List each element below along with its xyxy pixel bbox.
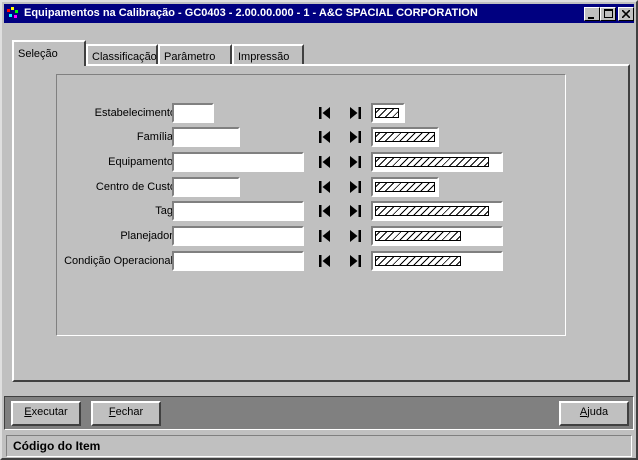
last-record-icon[interactable] [348, 254, 362, 268]
tab-classificacao[interactable]: Classificação [86, 44, 158, 64]
first-record-icon[interactable] [318, 106, 332, 120]
hatch-value [375, 108, 399, 118]
last-record-icon[interactable] [348, 155, 362, 169]
last-record-icon[interactable] [348, 130, 362, 144]
field-label-centro-de-custo: Centro de Custo [95, 181, 176, 193]
planejador-start-input[interactable] [172, 226, 304, 246]
ajuda-button[interactable]: Ajuda [559, 401, 629, 426]
last-record-icon[interactable] [348, 204, 362, 218]
hatch-value [375, 182, 435, 192]
tab-label: Impressão [238, 51, 290, 63]
field-label-condicao-operacional: Condição Operacional: [64, 255, 176, 267]
first-record-icon[interactable] [318, 229, 332, 243]
field-label-planejador: Planejador: [120, 230, 176, 242]
field-label-familia: Família: [136, 131, 176, 143]
first-record-icon[interactable] [318, 155, 332, 169]
executar-button[interactable]: Executar [11, 401, 81, 426]
close-icon [621, 9, 631, 19]
hatch-value [375, 206, 489, 216]
tab-panel: Estabelecimento Família: Equipamento: Ce… [12, 64, 630, 382]
hatch-value [375, 132, 435, 142]
estabelecimento-start-input[interactable] [172, 103, 214, 123]
tab-parametro[interactable]: Parâmetro [158, 44, 232, 64]
tab-impressao[interactable]: Impressão [232, 44, 304, 64]
last-record-icon[interactable] [348, 180, 362, 194]
maximize-button[interactable] [600, 7, 616, 21]
status-text: Código do Item [13, 439, 101, 453]
tab-label: Seleção [18, 48, 58, 60]
first-record-icon[interactable] [318, 254, 332, 268]
planejador-end-input[interactable] [371, 226, 503, 246]
centro-de-custo-end-input[interactable] [371, 177, 439, 197]
last-record-icon[interactable] [348, 106, 362, 120]
hatch-value [375, 256, 461, 266]
familia-end-input[interactable] [371, 127, 439, 147]
estabelecimento-end-input[interactable] [371, 103, 405, 123]
tab-label: Classificação [92, 51, 157, 63]
minimize-icon [588, 17, 594, 19]
minimize-button[interactable] [584, 7, 600, 21]
equipamento-end-input[interactable] [371, 152, 503, 172]
condicao-operacional-start-input[interactable] [172, 251, 304, 271]
hatch-value [375, 231, 461, 241]
last-record-icon[interactable] [348, 229, 362, 243]
condicao-operacional-end-input[interactable] [371, 251, 503, 271]
app-icon [7, 7, 18, 18]
close-button[interactable] [618, 7, 634, 21]
tab-label: Parâmetro [164, 51, 216, 63]
maximize-icon [603, 9, 613, 18]
tag-start-input[interactable] [172, 201, 304, 221]
familia-start-input[interactable] [172, 127, 240, 147]
title-bar[interactable]: Equipamentos na Calibração - GC0403 - 2.… [4, 4, 634, 23]
equipamento-start-input[interactable] [172, 152, 304, 172]
selection-group: Estabelecimento Família: Equipamento: Ce… [56, 74, 566, 336]
first-record-icon[interactable] [318, 180, 332, 194]
hatch-value [375, 157, 489, 167]
main-window: Equipamentos na Calibração - GC0403 - 2.… [0, 0, 638, 460]
centro-de-custo-start-input[interactable] [172, 177, 240, 197]
first-record-icon[interactable] [318, 204, 332, 218]
status-bar: Código do Item [6, 435, 632, 457]
field-label-equipamento: Equipamento: [108, 156, 176, 168]
first-record-icon[interactable] [318, 130, 332, 144]
tag-end-input[interactable] [371, 201, 503, 221]
window-title: Equipamentos na Calibração - GC0403 - 2.… [24, 7, 478, 19]
field-label-estabelecimento: Estabelecimento [94, 107, 176, 119]
tab-selecao[interactable]: Seleção [12, 40, 86, 66]
button-bar: Executar Fechar Ajuda [4, 396, 634, 430]
fechar-button[interactable]: Fechar [91, 401, 161, 426]
